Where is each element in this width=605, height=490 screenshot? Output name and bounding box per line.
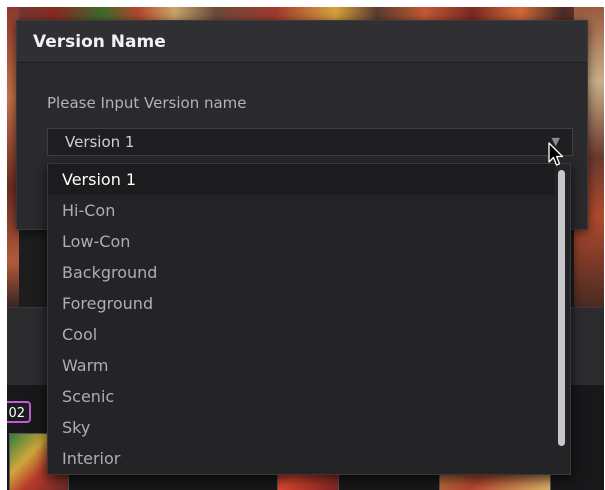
version-dropdown-list[interactable]: Version 1 Hi-Con Low-Con Background Fore… xyxy=(47,163,571,475)
version-name-combobox[interactable]: Version 1 ▼ xyxy=(47,128,573,156)
dropdown-item-scenic[interactable]: Scenic xyxy=(48,381,555,412)
dropdown-item-version-1[interactable]: Version 1 xyxy=(48,164,555,195)
dropdown-item-hi-con[interactable]: Hi-Con xyxy=(48,195,555,226)
mouse-cursor-icon xyxy=(548,142,564,166)
clip-number-badge: 02 xyxy=(7,401,31,423)
version-name-value: Version 1 xyxy=(65,133,135,151)
dropdown-item-sky[interactable]: Sky xyxy=(48,412,555,443)
dropdown-item-foreground[interactable]: Foreground xyxy=(48,288,555,319)
dropdown-item-warm[interactable]: Warm xyxy=(48,350,555,381)
dialog-title: Version Name xyxy=(33,31,166,52)
dropdown-item-interior[interactable]: Interior xyxy=(48,443,555,474)
version-name-prompt: Please Input Version name xyxy=(47,94,247,112)
dropdown-scrollbar[interactable] xyxy=(558,170,565,446)
dialog-header: Version Name xyxy=(17,21,587,63)
dropdown-item-cool[interactable]: Cool xyxy=(48,319,555,350)
dropdown-item-low-con[interactable]: Low-Con xyxy=(48,226,555,257)
dropdown-item-background[interactable]: Background xyxy=(48,257,555,288)
